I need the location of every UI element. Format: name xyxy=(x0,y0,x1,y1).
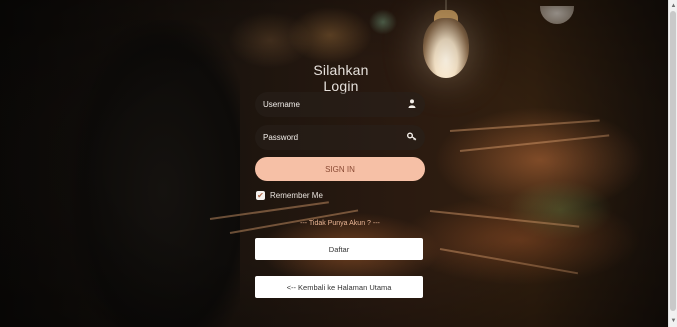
back-to-home-button[interactable]: <-- Kembali ke Halaman Utama xyxy=(255,276,423,298)
vertical-scrollbar[interactable]: ▲ ▼ xyxy=(668,0,677,327)
sign-in-button[interactable]: SIGN IN xyxy=(255,157,425,181)
login-title: Silahkan Login xyxy=(313,62,369,94)
password-field xyxy=(255,125,425,150)
password-input[interactable] xyxy=(263,125,403,150)
page-viewport: Silahkan Login SIGN IN ✔ Remember Me ---… xyxy=(0,0,668,327)
username-input[interactable] xyxy=(263,92,403,117)
remember-me-checkbox[interactable]: ✔ xyxy=(256,191,265,200)
no-account-text: --- Tidak Punya Akun ? --- xyxy=(300,220,380,227)
scrollbar-thumb[interactable] xyxy=(670,11,676,311)
username-field xyxy=(255,92,425,117)
remember-me-label: Remember Me xyxy=(270,191,323,200)
check-icon: ✔ xyxy=(257,191,264,200)
remember-me[interactable]: ✔ Remember Me xyxy=(256,191,323,200)
scroll-down-icon[interactable]: ▼ xyxy=(670,317,677,325)
user-icon xyxy=(407,99,417,109)
key-icon xyxy=(407,132,417,142)
scroll-up-icon[interactable]: ▲ xyxy=(670,2,677,10)
register-button[interactable]: Daftar xyxy=(255,238,423,260)
